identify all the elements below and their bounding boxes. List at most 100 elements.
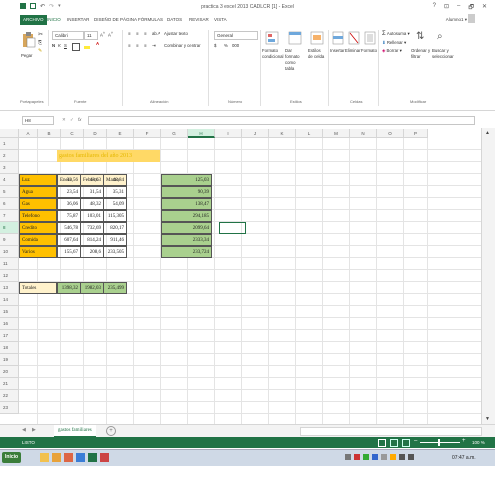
media-icon[interactable] <box>52 453 61 462</box>
row-header-13[interactable]: 13 <box>0 282 19 294</box>
name-box[interactable]: H8 <box>22 116 54 125</box>
row-header-11[interactable]: 11 <box>0 258 19 270</box>
tray-icon[interactable] <box>372 454 378 460</box>
format-table-button[interactable]: Dar formato como tabla <box>285 48 305 72</box>
enter-icon[interactable]: ✓ <box>70 117 74 123</box>
pdf-icon[interactable] <box>100 453 109 462</box>
fill-color-icon[interactable] <box>84 46 90 49</box>
fill-icon[interactable]: ⬇ <box>382 40 386 45</box>
column-header-n[interactable]: N <box>350 129 377 138</box>
row-header-12[interactable]: 12 <box>0 270 19 282</box>
column-header-b[interactable]: B <box>38 129 61 138</box>
word-icon[interactable] <box>76 453 85 462</box>
autosum-icon[interactable]: Σ <box>382 31 386 37</box>
tab-vista[interactable]: VISTA <box>214 17 227 22</box>
row-header-3[interactable]: 3 <box>0 162 19 174</box>
sort-filter-button[interactable]: Ordenar y filtrar <box>411 48 433 60</box>
close-button[interactable]: ✕ <box>482 3 487 13</box>
column-header-o[interactable]: O <box>377 129 404 138</box>
value-cell[interactable]: 48,32 <box>80 198 104 210</box>
totals-label-cell[interactable]: Totales <box>19 282 57 294</box>
row-label-cell[interactable]: Telefono <box>19 210 57 222</box>
value-cell[interactable]: 732,69 <box>80 222 104 234</box>
horizontal-scrollbar[interactable] <box>300 427 482 436</box>
currency-button[interactable]: $ <box>214 43 216 48</box>
column-header-p[interactable]: P <box>404 129 428 138</box>
tray-icon[interactable] <box>363 454 369 460</box>
zoom-out-icon[interactable]: – <box>414 438 417 444</box>
volume-icon[interactable] <box>408 454 414 460</box>
value-cell[interactable]: 546,78 <box>57 222 81 234</box>
column-header-f[interactable]: F <box>134 129 161 138</box>
zoom-slider[interactable] <box>420 442 460 443</box>
align-bottom-icon[interactable]: ≡ <box>144 31 147 36</box>
clear-icon[interactable]: ◈ <box>382 48 385 53</box>
format-table-icon[interactable] <box>288 31 302 45</box>
fill-button[interactable]: Rellenar <box>387 40 403 45</box>
normal-view-icon[interactable] <box>378 439 386 447</box>
total-cell[interactable]: 1398,32 <box>57 282 81 294</box>
autosum-button[interactable]: Autosuma <box>387 31 406 36</box>
format-button[interactable]: Formato <box>361 48 377 53</box>
value-cell[interactable]: 103,01 <box>80 210 104 222</box>
restore-button[interactable]: 🗗 <box>468 3 474 13</box>
grow-font-icon[interactable]: A˄ <box>100 31 105 37</box>
row-header-18[interactable]: 18 <box>0 342 19 354</box>
cell-styles-button[interactable]: Estilos de celda <box>308 48 326 60</box>
value-cell[interactable]: 43,63 <box>80 174 104 186</box>
number-format-select[interactable]: General <box>214 31 258 40</box>
align-top-icon[interactable]: ≡ <box>128 31 131 36</box>
row-header-4[interactable]: 4 <box>0 174 19 186</box>
column-header-i[interactable]: I <box>215 129 242 138</box>
format-cells-icon[interactable] <box>364 31 376 45</box>
indent-icon[interactable]: ⇥ <box>152 43 156 49</box>
row-label-cell[interactable]: Gas <box>19 198 57 210</box>
next-sheet-icon[interactable]: ▶ <box>32 427 36 433</box>
row-header-15[interactable]: 15 <box>0 306 19 318</box>
row-label-cell[interactable]: Varios <box>19 246 57 258</box>
row-header-16[interactable]: 16 <box>0 318 19 330</box>
zoom-level[interactable]: 100 % <box>472 440 485 445</box>
paste-label[interactable]: Pegar <box>21 53 32 58</box>
value-cell[interactable]: 48,84 <box>103 174 127 186</box>
italic-button[interactable]: K <box>58 43 61 48</box>
trimestre-total-cell[interactable]: 233,724 <box>161 246 212 258</box>
worksheet-grid[interactable]: ABCDEFGHIJKLMNOP 1 2 3 4 5 6 7 8 9 10 11 12 13 14 15 16… <box>0 129 481 424</box>
trimestre-total-cell[interactable]: 294,185 <box>161 210 212 222</box>
row-header-23[interactable]: 23 <box>0 402 19 414</box>
row-label-cell[interactable]: Comida <box>19 234 57 246</box>
row-header-20[interactable]: 20 <box>0 366 19 378</box>
total-cell[interactable]: 1982,03 <box>80 282 104 294</box>
value-cell[interactable]: 115,305 <box>103 210 127 222</box>
row-header-7[interactable]: 7 <box>0 210 19 222</box>
tab-insertar[interactable]: INSERTAR <box>67 17 89 22</box>
conditional-format-button[interactable]: Formato condicional <box>262 48 284 60</box>
copy-icon[interactable]: ⎘ <box>38 40 42 46</box>
column-header-j[interactable]: J <box>242 129 269 138</box>
explorer-icon[interactable] <box>40 453 49 462</box>
trimestre-total-cell[interactable]: 2099,64 <box>161 222 212 234</box>
avatar[interactable] <box>468 14 475 23</box>
cancel-icon[interactable]: ✕ <box>62 117 66 123</box>
clear-button[interactable]: Borrar <box>387 48 399 53</box>
tab-diseno-pagina[interactable]: DISEÑO DE PÁGINA <box>94 17 137 22</box>
value-cell[interactable]: 35,31 <box>103 186 127 198</box>
align-left-icon[interactable]: ≡ <box>128 43 131 48</box>
row-header-21[interactable]: 21 <box>0 378 19 390</box>
ribbon-display-icon[interactable]: ⊡ <box>444 3 449 13</box>
network-icon[interactable] <box>399 454 405 460</box>
tray-icon[interactable] <box>390 454 396 460</box>
align-middle-icon[interactable]: ≡ <box>136 31 139 36</box>
tray-icon[interactable] <box>345 454 351 460</box>
percent-button[interactable]: % <box>224 43 228 48</box>
delete-button[interactable]: Eliminar <box>345 48 361 53</box>
column-header-e[interactable]: E <box>107 129 134 138</box>
row-header-6[interactable]: 6 <box>0 198 19 210</box>
row-header-19[interactable]: 19 <box>0 354 19 366</box>
help-icon[interactable]: ? <box>433 3 436 13</box>
row-header-22[interactable]: 22 <box>0 390 19 402</box>
find-select-button[interactable]: Buscar y seleccionar <box>432 48 456 60</box>
value-cell[interactable]: 814,24 <box>80 234 104 246</box>
row-header-14[interactable]: 14 <box>0 294 19 306</box>
font-size-input[interactable]: 11 <box>84 31 98 40</box>
